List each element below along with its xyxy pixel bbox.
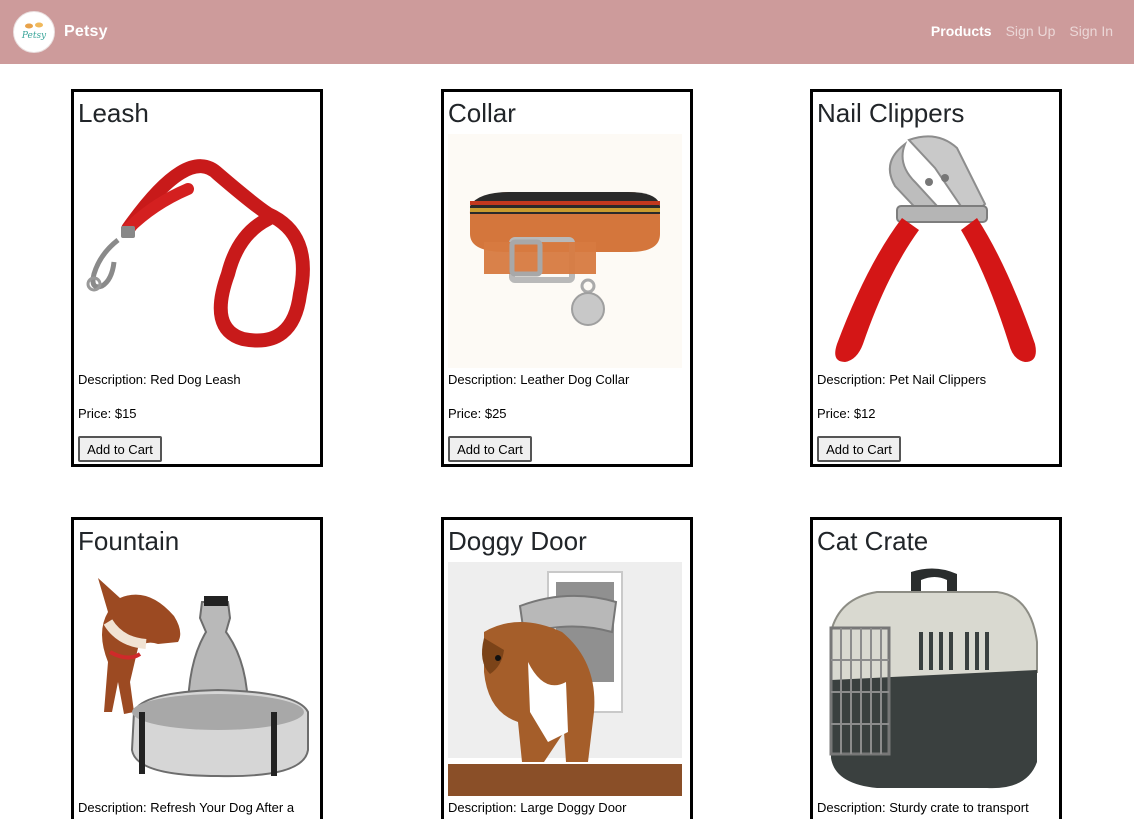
nav-link-sign-up[interactable]: Sign Up [1006,23,1056,39]
product-title: Nail Clippers [817,98,965,128]
product-card-nail-clippers: Nail Clippers Description: Pet Nail Clip… [810,89,1062,467]
cat-crate-image [817,562,1051,796]
nav-link-sign-in[interactable]: Sign In [1069,23,1113,39]
product-description: Description: Pet Nail Clippers [817,372,987,387]
product-price: Price: $15 [78,406,137,421]
product-card-cat-crate: Cat Crate Description: Sturdy crate to t… [810,517,1062,819]
red-leash-image [78,134,312,368]
product-card-fountain: Fountain Description: Refresh Your Dog A… [71,517,323,819]
product-title: Collar [448,98,516,128]
product-title: Leash [78,98,149,128]
product-description: Description: Large Doggy Door [448,800,627,815]
product-title: Doggy Door [448,526,587,556]
water-fountain-image [78,562,312,796]
nav-links: Products Sign Up Sign In [931,23,1113,39]
product-description: Description: Red Dog Leash [78,372,241,387]
product-price: Price: $25 [448,406,507,421]
petsy-logo-icon[interactable]: Petsy [13,11,55,53]
top-navbar: Petsy Petsy Products Sign Up Sign In [0,0,1134,64]
brand-name[interactable]: Petsy [64,23,108,41]
product-price: Price: $12 [817,406,876,421]
product-description: Description: Leather Dog Collar [448,372,630,387]
product-description: Description: Sturdy crate to transport [817,800,1029,815]
product-description: Description: Refresh Your Dog After a [78,800,295,815]
doggy-door-image [448,562,682,796]
nail-clippers-image [817,134,1051,368]
add-to-cart-button[interactable]: Add to Cart [817,436,901,462]
logo-text: Petsy [21,31,47,41]
product-title: Fountain [78,526,180,556]
leather-collar-image [448,134,682,368]
product-card-doggy-door: Doggy Door Description: Large Doggy Door [441,517,693,819]
product-card-leash: Leash Description: Red Dog Leash Price: … [71,89,323,467]
product-title: Cat Crate [817,526,929,556]
nav-link-products[interactable]: Products [931,23,992,39]
add-to-cart-button[interactable]: Add to Cart [448,436,532,462]
product-card-collar: Collar Description: Leather Dog Collar P… [441,89,693,467]
add-to-cart-button[interactable]: Add to Cart [78,436,162,462]
brand[interactable]: Petsy Petsy [13,11,108,53]
